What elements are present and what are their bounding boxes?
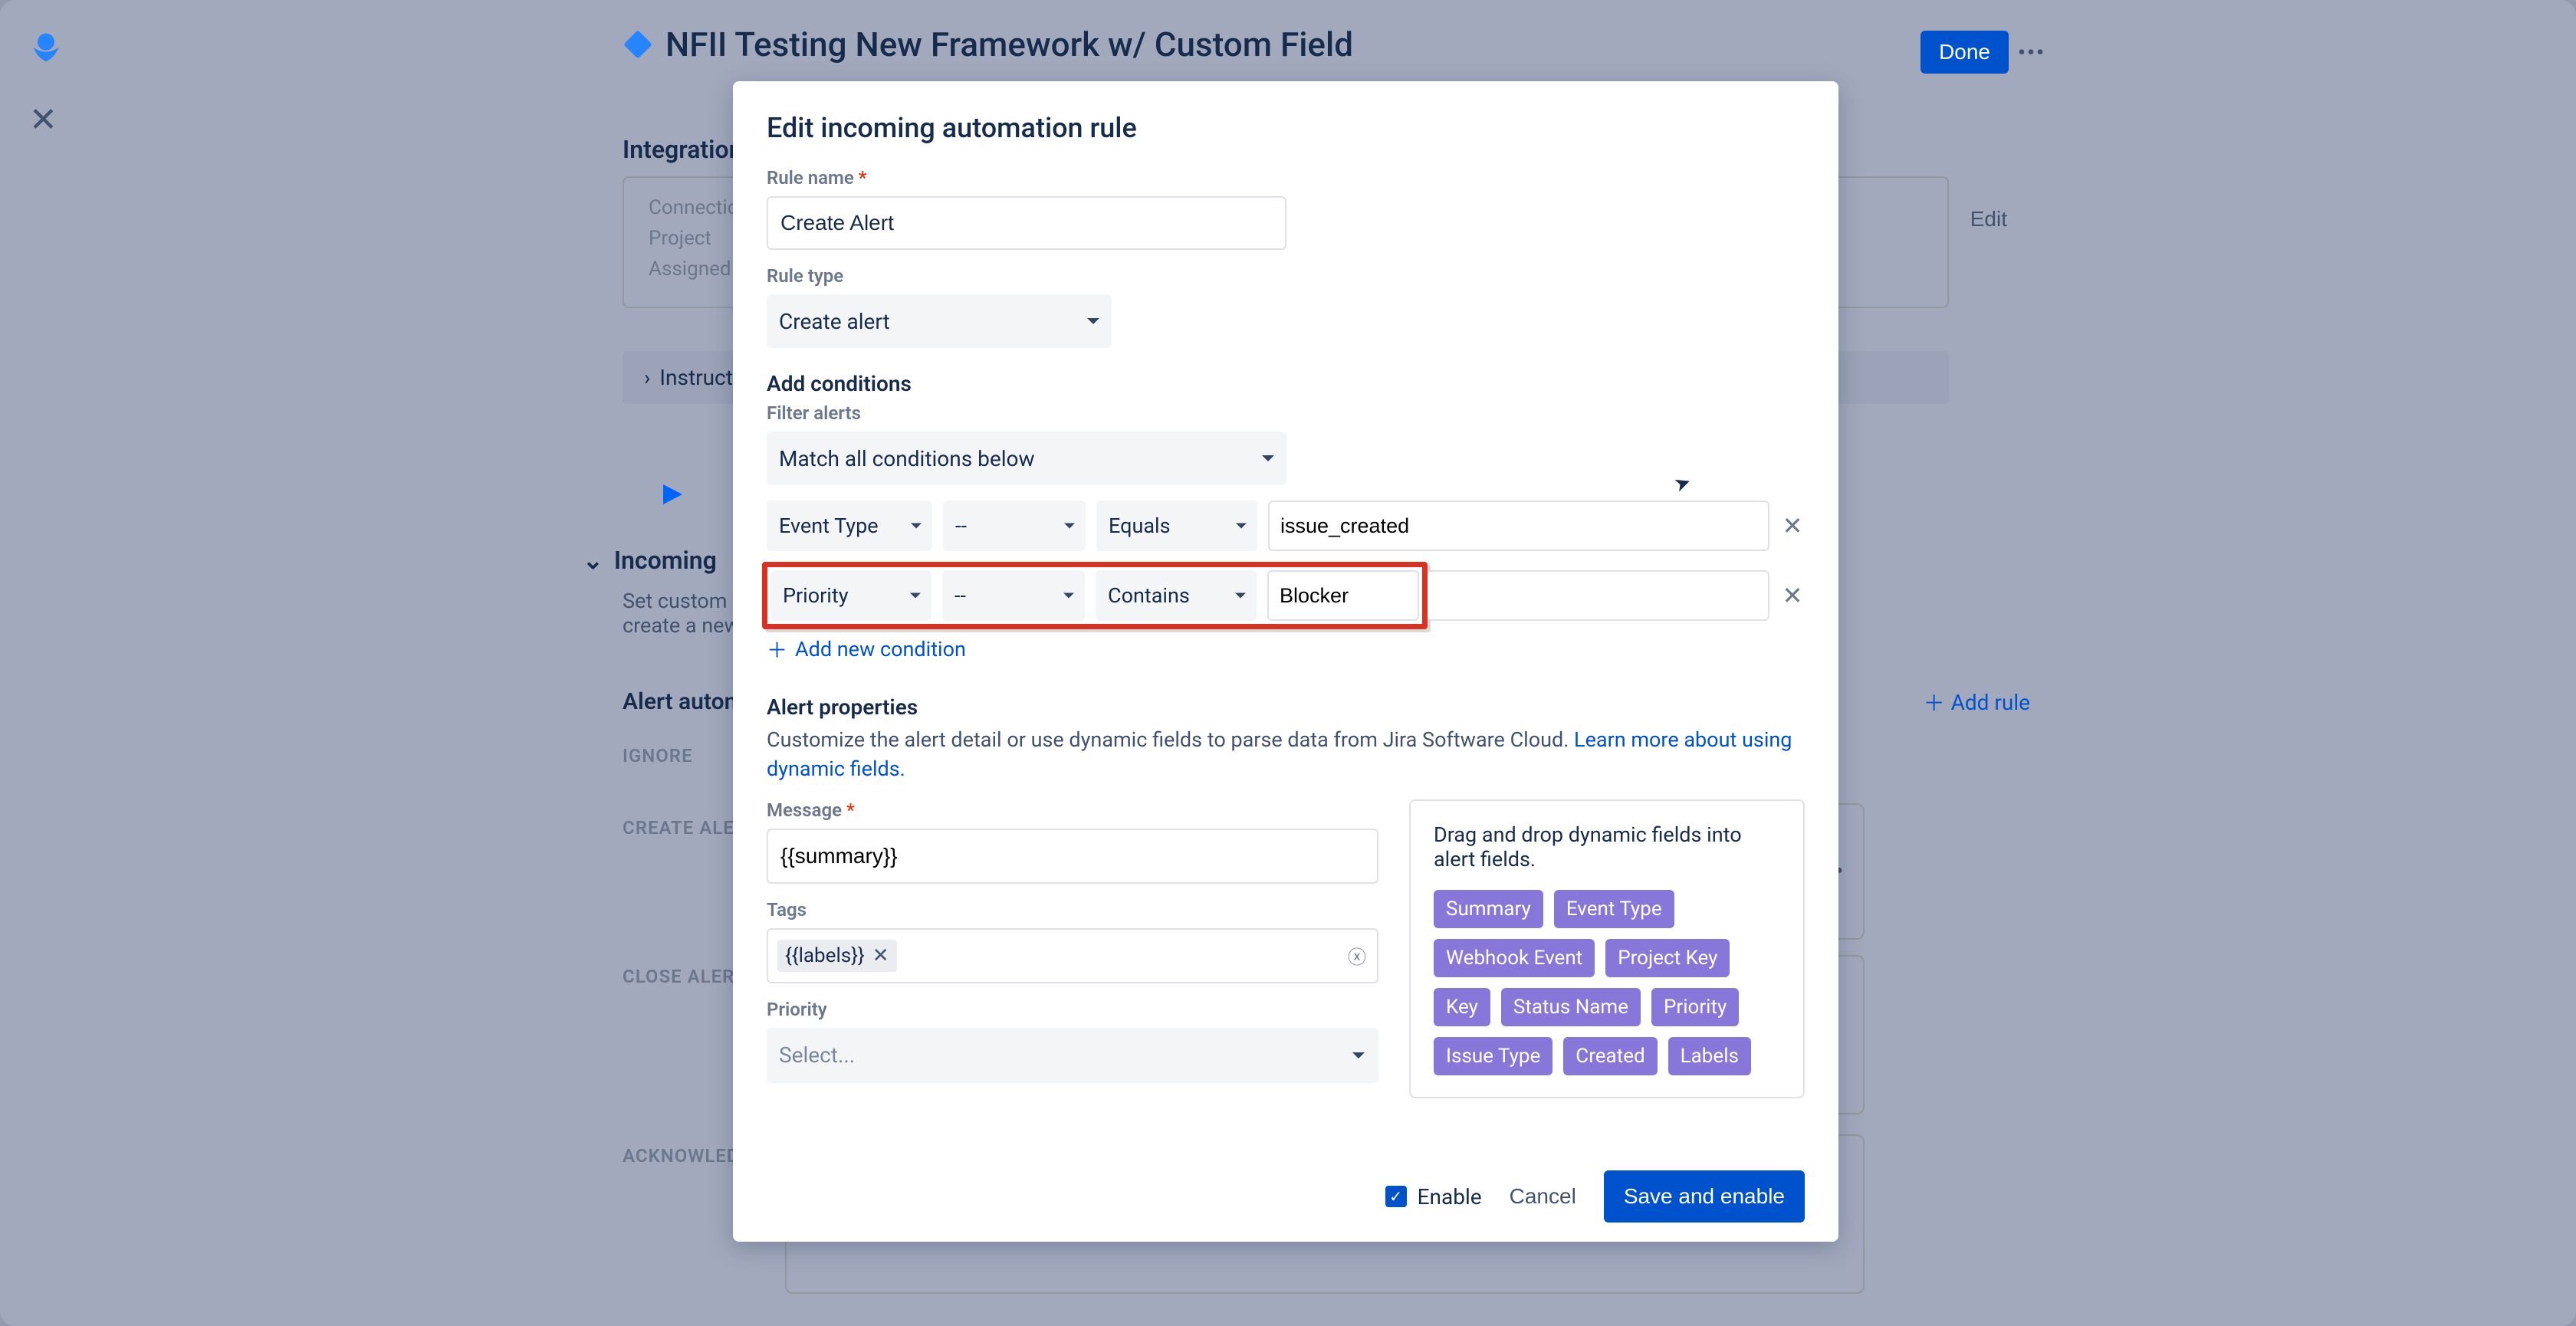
chip-priority[interactable]: Priority <box>1651 988 1739 1026</box>
chip-webhook-event[interactable]: Webhook Event <box>1434 939 1595 977</box>
tags-clear-icon[interactable]: ⓧ <box>1348 942 1366 969</box>
priority-select[interactable]: Select... <box>767 1028 1378 1083</box>
cond2-value-input[interactable] <box>1267 570 1419 621</box>
tags-input[interactable]: {{labels}} ✕ ⓧ <box>767 928 1378 983</box>
incoming-heading[interactable]: ⌄ Incoming <box>583 546 717 575</box>
modal-title: Edit incoming automation rule <box>767 112 1805 144</box>
add-rule-button[interactable]: ＋ Add rule <box>1924 687 2030 717</box>
cond1-value-input[interactable] <box>1268 501 1769 551</box>
rule-name-label: Rule name * <box>767 167 1805 189</box>
cond2-value-ext[interactable] <box>1428 570 1769 621</box>
cond1-op1-select[interactable]: -- <box>943 501 1086 551</box>
integration-heading: Integration <box>623 135 742 164</box>
cond2-op1-select[interactable]: -- <box>942 570 1085 621</box>
chevron-down-icon: ⌄ <box>583 546 603 575</box>
modal-footer: ✓ Enable Cancel Save and enable <box>733 1151 1838 1242</box>
tag-chip-label: {{labels}} <box>785 944 865 967</box>
dynamic-fields-desc: Drag and drop dynamic fields into alert … <box>1434 822 1780 871</box>
tag-chip: {{labels}} ✕ <box>777 940 897 972</box>
tag-remove-icon[interactable]: ✕ <box>872 944 889 967</box>
chip-created[interactable]: Created <box>1563 1037 1657 1075</box>
close-alert-label: CLOSE ALERT <box>623 966 746 987</box>
rule-type-value: Create alert <box>779 309 890 334</box>
filter-alerts-value: Match all conditions below <box>779 446 1035 471</box>
enable-label: Enable <box>1418 1184 1482 1209</box>
edit-button[interactable]: Edit <box>1952 198 2026 241</box>
save-enable-button[interactable]: Save and enable <box>1604 1170 1805 1223</box>
close-icon[interactable]: ✕ <box>29 100 58 139</box>
chip-project-key[interactable]: Project Key <box>1605 939 1730 977</box>
rule-type-select[interactable]: Create alert <box>767 294 1112 348</box>
opsgenie-icon <box>29 31 63 70</box>
ignore-label: IGNORE <box>623 745 693 766</box>
incoming-desc: Set custom create a new <box>623 589 740 638</box>
more-icon[interactable]: ••• <box>2009 31 2055 74</box>
chevron-right-icon: › <box>644 365 650 390</box>
incoming-arrow-icon <box>636 475 690 519</box>
enable-toggle[interactable]: ✓ Enable <box>1385 1184 1482 1209</box>
edit-rule-modal: Edit incoming automation rule Rule name … <box>733 81 1838 1242</box>
priority-label: Priority <box>767 999 1378 1020</box>
chip-issue-type[interactable]: Issue Type <box>1434 1037 1552 1075</box>
incoming-label: Incoming <box>614 546 717 575</box>
alert-properties-desc: Customize the alert detail or use dynami… <box>767 726 1805 784</box>
filter-alerts-select[interactable]: Match all conditions below <box>767 432 1286 485</box>
cond1-field-select[interactable]: Event Type <box>767 501 932 551</box>
add-conditions-heading: Add conditions <box>767 371 1805 396</box>
enable-checkbox[interactable]: ✓ <box>1385 1186 1407 1207</box>
cancel-button[interactable]: Cancel <box>1510 1184 1576 1209</box>
dynamic-chips: Summary Event Type Webhook Event Project… <box>1434 890 1780 1075</box>
condition-2-highlight: Priority -- Contains <box>762 562 1428 629</box>
add-condition-button[interactable]: ＋ Add new condition <box>767 634 1805 664</box>
chip-labels[interactable]: Labels <box>1668 1037 1751 1075</box>
cond2-remove-icon[interactable]: ✕ <box>1780 581 1805 610</box>
chip-status-name[interactable]: Status Name <box>1501 988 1641 1026</box>
tags-label: Tags <box>767 899 1378 921</box>
rule-type-label: Rule type <box>767 265 1805 287</box>
dynamic-fields-panel: Drag and drop dynamic fields into alert … <box>1409 799 1805 1098</box>
chip-event-type[interactable]: Event Type <box>1554 890 1674 928</box>
cond1-remove-icon[interactable]: ✕ <box>1780 511 1805 540</box>
message-input[interactable] <box>767 829 1378 884</box>
message-label: Message * <box>767 799 1378 821</box>
page-title: NFII Testing New Framework w/ Custom Fie… <box>665 25 1353 64</box>
done-button[interactable]: Done <box>1921 31 2009 74</box>
condition-row-2: Priority -- Contains ✕ <box>767 562 1805 629</box>
plus-icon: ＋ <box>1924 687 1945 717</box>
chip-key[interactable]: Key <box>1434 988 1490 1026</box>
condition-row-1: Event Type -- Equals ✕ <box>767 501 1805 551</box>
filter-alerts-label: Filter alerts <box>767 402 1805 424</box>
add-rule-label: Add rule <box>1951 690 2030 715</box>
cond1-op2-select[interactable]: Equals <box>1096 501 1257 551</box>
plus-icon: ＋ <box>767 634 787 664</box>
cond2-field-select[interactable]: Priority <box>770 570 932 621</box>
rule-name-input[interactable] <box>767 196 1286 250</box>
alert-properties-heading: Alert properties <box>767 694 1805 720</box>
chip-summary[interactable]: Summary <box>1434 890 1543 928</box>
priority-placeholder: Select... <box>779 1042 855 1068</box>
jira-icon <box>616 23 660 67</box>
add-condition-label: Add new condition <box>795 637 966 661</box>
cond2-op2-select[interactable]: Contains <box>1096 570 1257 621</box>
